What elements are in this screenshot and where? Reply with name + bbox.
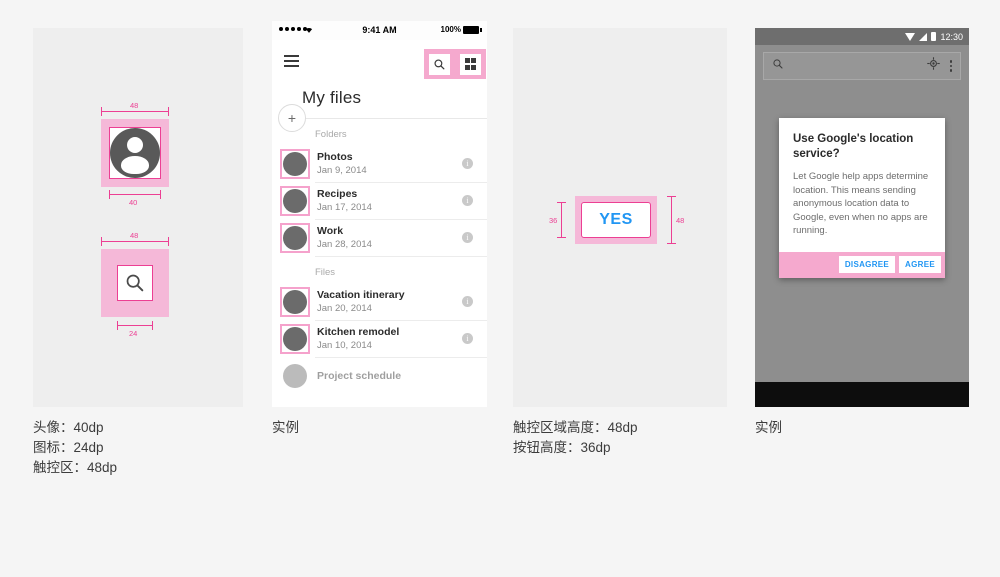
- disagree-button[interactable]: DISAGREE: [838, 256, 896, 273]
- search-size-dimension-label: 24: [129, 329, 138, 338]
- app-bar: [272, 40, 487, 84]
- list-item-title: Project schedule: [317, 369, 402, 382]
- wifi-triangle-icon: [905, 32, 916, 41]
- thumbnail-touch-area[interactable]: [280, 287, 310, 317]
- overflow-menu-icon[interactable]: [949, 60, 952, 72]
- file-thumbnail: [283, 364, 307, 388]
- avatar-body-shape: [121, 156, 149, 174]
- android-clock: 12:30: [940, 31, 963, 42]
- list-item-date: Jan 9, 2014: [317, 165, 367, 176]
- add-fab-button[interactable]: +: [278, 104, 306, 132]
- touch-target-spec-panel: 48 40 48 24: [33, 28, 243, 407]
- list-item[interactable]: Vacation itinerary Jan 20, 2014 i: [272, 284, 487, 320]
- panel2-caption: 实例: [272, 420, 299, 435]
- search-size-dimension-line: [117, 321, 153, 330]
- list-item-title: Work: [317, 225, 344, 237]
- hamburger-menu-icon[interactable]: [284, 55, 299, 70]
- avatar-head-shape: [127, 137, 143, 153]
- list-item-date: Jan 20, 2014: [317, 303, 372, 314]
- search-touch-dimension-label: 48: [130, 231, 139, 240]
- dialog-actions-touch-area: DISAGREE AGREE: [779, 251, 945, 278]
- search-button[interactable]: [429, 53, 450, 75]
- info-icon[interactable]: i: [462, 296, 473, 307]
- list-item[interactable]: Work Jan 28, 2014 i: [272, 220, 487, 256]
- folder-thumbnail: [283, 226, 307, 250]
- info-icon[interactable]: i: [462, 195, 473, 206]
- touch-height-dimension-line: [667, 196, 676, 244]
- avatar-size-dimension-label: 40: [129, 198, 138, 207]
- search-bar[interactable]: [763, 52, 961, 80]
- touch-height-dimension-label: 48: [676, 216, 685, 225]
- yes-button[interactable]: YES: [581, 202, 651, 238]
- search-icon: [772, 57, 784, 75]
- android-dialog-example: 12:30 Use Google's location service? Let…: [755, 28, 969, 407]
- agree-button[interactable]: AGREE: [899, 256, 941, 273]
- signal-triangle-icon: [919, 32, 928, 41]
- search-icon: [434, 58, 445, 69]
- thumbnail-touch-area[interactable]: [280, 186, 310, 216]
- folder-thumbnail: [283, 152, 307, 176]
- location-permission-dialog: Use Google's location service? Let Googl…: [779, 118, 945, 278]
- panel3-caption: 触控区域高度：48dp 按钮高度：36dp: [513, 420, 638, 455]
- list-item-title: Kitchen remodel: [317, 326, 400, 338]
- ios-status-bar: 9:41 AM 100%: [272, 21, 487, 40]
- info-icon[interactable]: i: [462, 158, 473, 169]
- list-item-date: Jan 28, 2014: [317, 239, 372, 250]
- button-height-dimension-label: 36: [549, 216, 558, 225]
- toolbar-touch-area: [424, 49, 486, 79]
- list-item[interactable]: Photos Jan 9, 2014 i: [272, 146, 487, 182]
- button-height-spec-panel: YES 36 48: [513, 28, 727, 407]
- avatar-touch-dimension-label: 48: [130, 101, 139, 110]
- android-status-bar: 12:30: [755, 28, 969, 45]
- ios-file-list-example: 9:41 AM 100% My files + Folders Photos J…: [272, 21, 487, 407]
- list-item-title: Photos: [317, 151, 353, 163]
- list-item-date: Jan 10, 2014: [317, 340, 372, 351]
- search-icon: [126, 274, 144, 292]
- list-item[interactable]: Kitchen remodel Jan 10, 2014 i: [272, 321, 487, 357]
- android-bottom-bar: [755, 382, 969, 407]
- person-avatar-icon: [110, 128, 160, 178]
- search-icon-bounds-box: [117, 265, 153, 301]
- list-item-date: Jan 17, 2014: [317, 202, 372, 213]
- avatar-size-dimension-line: [109, 190, 161, 199]
- location-target-icon[interactable]: [926, 57, 940, 75]
- panel4-caption: 实例: [755, 420, 782, 435]
- list-item-title: Vacation itinerary: [317, 289, 405, 301]
- grid-view-button[interactable]: [460, 53, 481, 75]
- info-icon[interactable]: i: [462, 333, 473, 344]
- search-touch-dimension-line: [101, 237, 169, 246]
- list-item[interactable]: Project schedule: [272, 358, 487, 394]
- dialog-body: Let Google help apps determine location.…: [793, 171, 929, 236]
- panel1-caption: 头像：40dp 图标：24dp 触控区：48dp: [33, 420, 118, 475]
- battery-percent-label: 100%: [440, 25, 461, 34]
- battery-icon: [931, 32, 937, 41]
- battery-icon: [463, 26, 482, 34]
- thumbnail-touch-area[interactable]: [280, 361, 310, 391]
- folder-thumbnail: [283, 189, 307, 213]
- section-label-files: Files: [315, 267, 336, 278]
- list-item[interactable]: Recipes Jan 17, 2014 i: [272, 183, 487, 219]
- file-thumbnail: [283, 290, 307, 314]
- button-height-dimension-line: [557, 202, 566, 238]
- thumbnail-touch-area[interactable]: [280, 223, 310, 253]
- avatar-touch-dimension-line: [101, 107, 169, 116]
- file-thumbnail: [283, 327, 307, 351]
- list-item-title: Recipes: [317, 188, 358, 200]
- info-icon[interactable]: i: [462, 232, 473, 243]
- list-top-divider: +: [278, 104, 487, 132]
- thumbnail-touch-area[interactable]: [280, 149, 310, 179]
- thumbnail-touch-area[interactable]: [280, 324, 310, 354]
- dialog-title: Use Google's location service?: [793, 133, 914, 160]
- grid-view-icon: [464, 58, 477, 70]
